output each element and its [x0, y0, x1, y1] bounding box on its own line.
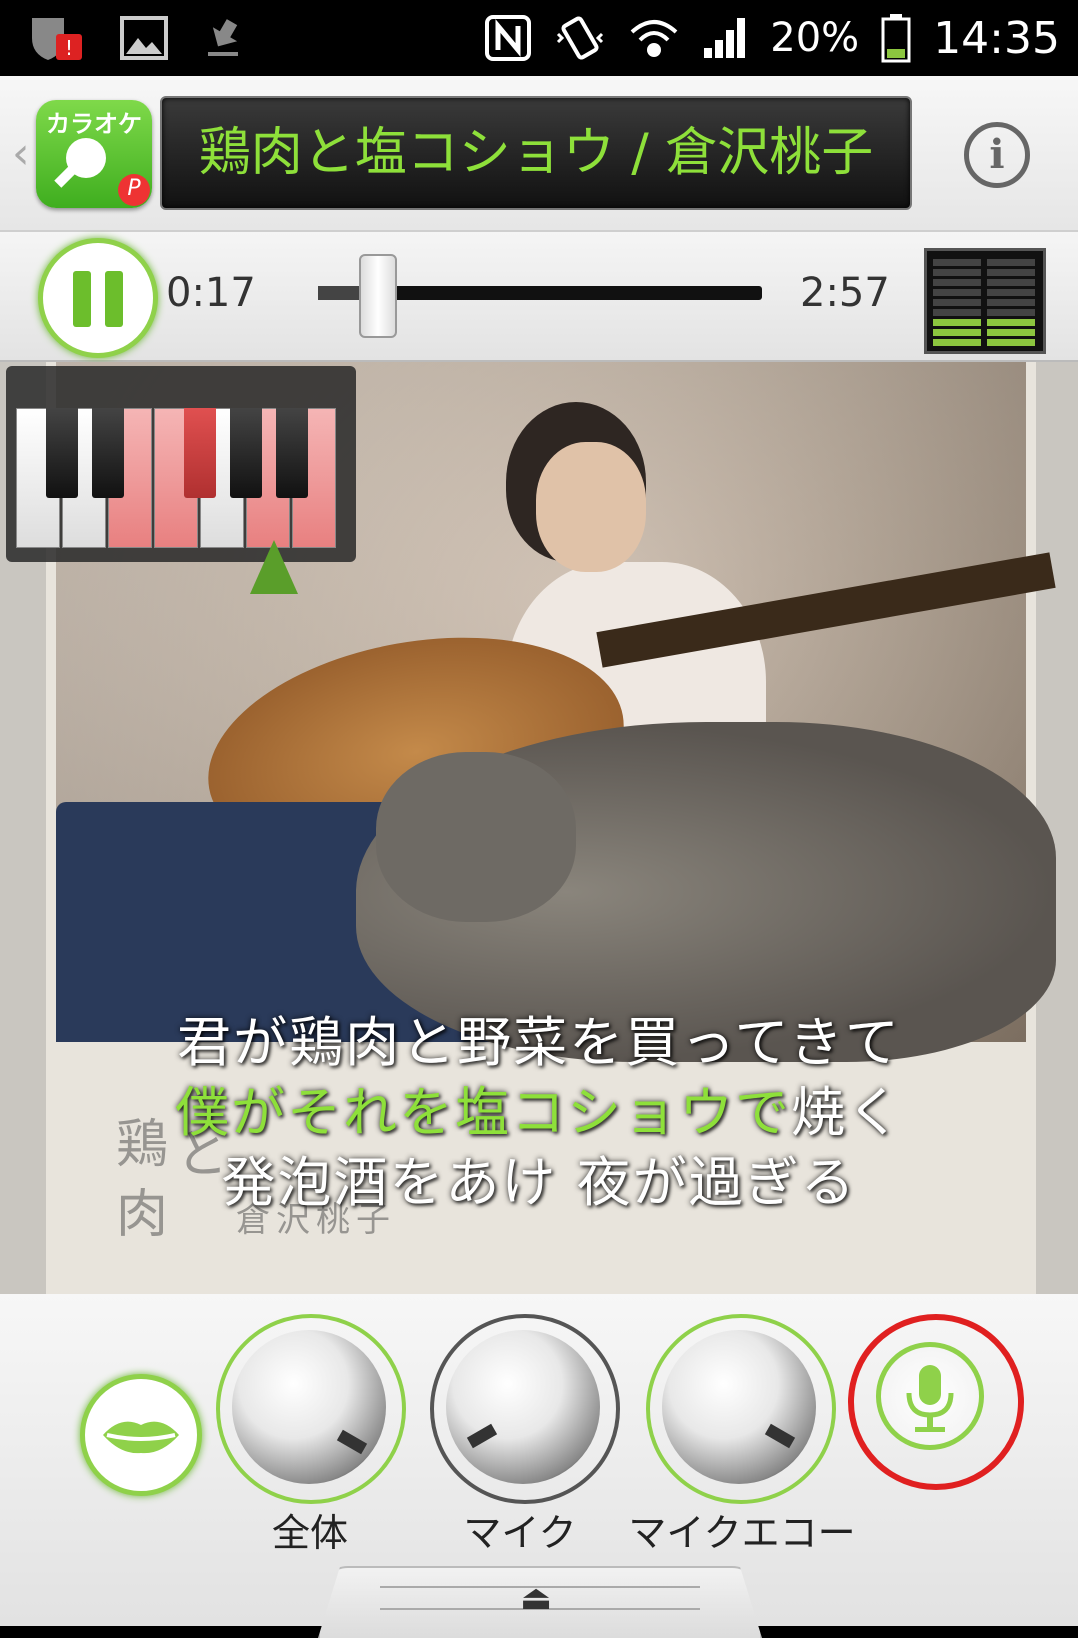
level-segment — [933, 329, 981, 336]
level-segment — [933, 269, 981, 276]
current-time: 0:17 — [166, 270, 256, 316]
wifi-icon — [630, 20, 678, 57]
mic-echo-label: マイクエコー — [628, 1511, 856, 1555]
mic-echo-knob[interactable] — [646, 1314, 836, 1504]
lyric-line-2: 僕がそれを塩コショウで焼く — [0, 1068, 1078, 1147]
lips-button[interactable] — [80, 1374, 202, 1496]
info-icon[interactable]: i — [964, 122, 1030, 188]
app-header: ‹ カラオケ P 鶏肉と塩コショウ / 倉沢桃子 i — [0, 76, 1078, 232]
lyric-line-2-rest: 焼く — [791, 1081, 903, 1144]
pause-icon-bar — [105, 271, 123, 327]
app-icon-label: カラオケ — [46, 110, 142, 138]
master-volume-knob[interactable] — [216, 1314, 406, 1504]
level-segment — [933, 319, 981, 326]
seek-progress — [318, 286, 361, 300]
mixer-panel: 全体 マイク マイクエコー ⏏ — [0, 1294, 1078, 1638]
level-segment — [933, 279, 981, 286]
piano-black-key — [230, 408, 262, 498]
lyric-line-3: 発泡酒をあけ 夜が過ぎる — [221, 1151, 857, 1214]
level-segment — [933, 299, 981, 306]
knob-dial — [446, 1330, 600, 1484]
pause-icon — [73, 271, 91, 327]
seek-thumb[interactable] — [358, 254, 397, 338]
image-icon — [120, 16, 168, 60]
battery-icon — [881, 14, 911, 63]
lips-icon — [103, 1421, 179, 1454]
microphone-icon — [906, 1365, 954, 1432]
piano-black-key — [184, 408, 216, 498]
app-icon[interactable]: カラオケ P — [36, 100, 152, 208]
level-segment — [987, 259, 1035, 266]
pause-button[interactable] — [38, 238, 158, 358]
photo-person-face — [536, 442, 646, 572]
vibrate-icon — [557, 16, 604, 60]
piano-black-key — [276, 408, 308, 498]
shield-alert-icon: ! — [32, 18, 82, 60]
level-segment — [987, 319, 1035, 326]
level-segment — [987, 269, 1035, 276]
song-title: 鶏肉と塩コショウ / 倉沢桃子 — [198, 123, 874, 183]
mic-volume-label: マイク — [463, 1511, 577, 1555]
level-segment — [933, 289, 981, 296]
album-art-view: 鶏 肉 と 倉 沢 桃 子 君が鶏肉と野菜を買ってきて 僕がそれを塩コショウで焼… — [0, 362, 1078, 1294]
mic-button-face — [876, 1342, 984, 1450]
knob-dial — [232, 1330, 386, 1484]
piano-black-key — [92, 408, 124, 498]
piano-black-key — [46, 408, 78, 498]
pitch-marker-icon — [250, 540, 298, 594]
p-badge-icon: P — [118, 174, 150, 206]
nfc-icon — [485, 15, 532, 61]
battery-percent: 20% — [770, 15, 860, 61]
level-segment — [987, 279, 1035, 286]
back-chevron-icon[interactable]: ‹ — [12, 128, 30, 179]
download-icon — [208, 19, 238, 56]
photo-cat-head — [376, 752, 576, 922]
svg-text:!: ! — [65, 36, 73, 60]
clock: 14:35 — [933, 12, 1060, 64]
drawer-handle[interactable]: ⏏ — [318, 1566, 762, 1638]
pitch-keyboard — [6, 366, 356, 562]
status-bar: ! 20% 14:35 — [0, 0, 1078, 76]
mic-volume-knob[interactable] — [430, 1314, 620, 1504]
level-segment — [987, 329, 1035, 336]
level-segment — [987, 339, 1035, 346]
lyric-line-2-sung: 僕がそれを塩コショウで — [175, 1081, 791, 1144]
level-meter-left — [933, 259, 981, 349]
level-segment — [933, 309, 981, 316]
mic-toggle-button[interactable] — [848, 1314, 1024, 1490]
eject-icon: ⏏ — [520, 1578, 553, 1618]
level-segment — [933, 259, 981, 266]
signal-icon — [704, 18, 746, 58]
playback-controls: 0:17 2:57 — [0, 232, 1078, 362]
song-title-box: 鶏肉と塩コショウ / 倉沢桃子 — [160, 96, 912, 210]
level-meter — [924, 248, 1046, 354]
level-meter-right — [987, 259, 1035, 349]
knob-dial — [662, 1330, 816, 1484]
level-segment — [987, 309, 1035, 316]
lyric-line-1: 君が鶏肉と野菜を買ってきて — [177, 1011, 901, 1074]
total-time: 2:57 — [800, 270, 890, 316]
level-segment — [933, 339, 981, 346]
level-segment — [987, 289, 1035, 296]
level-segment — [987, 299, 1035, 306]
